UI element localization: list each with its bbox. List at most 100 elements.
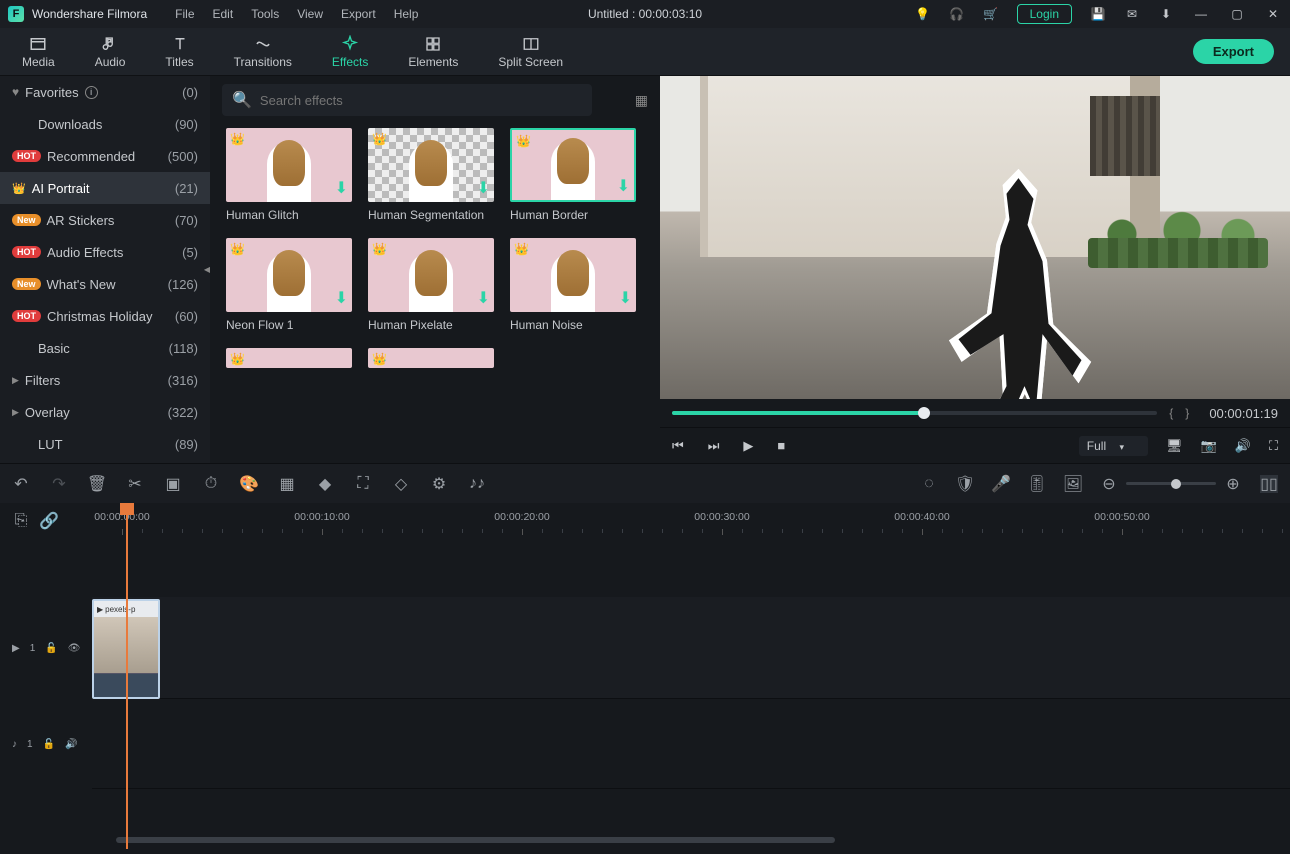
download-icon[interactable]: ⬇	[335, 178, 348, 198]
mic-icon[interactable]: 🎤	[992, 475, 1010, 493]
keyframe-button[interactable]: ◆	[316, 475, 334, 493]
shield-icon[interactable]: 🛡	[956, 475, 974, 493]
fullscreen-icon[interactable]: ⛶	[1269, 438, 1278, 454]
audio-button[interactable]: ♪♪	[468, 475, 486, 493]
visibility-icon[interactable]: 👁	[68, 643, 81, 654]
speed-button[interactable]: ⏱	[202, 475, 220, 493]
video-track-row[interactable]: ▶pexels-p	[92, 597, 1290, 699]
tab-audio[interactable]: Audio	[89, 31, 132, 73]
sidebar-item-ar-stickers[interactable]: NewAR Stickers(70)	[0, 204, 210, 236]
sidebar-collapse-handle[interactable]: ◀	[204, 250, 210, 290]
close-button[interactable]: ✕	[1264, 7, 1282, 21]
lightbulb-icon[interactable]: 💡	[915, 6, 931, 22]
seek-track[interactable]	[672, 411, 1157, 415]
volume-icon[interactable]: 🔊	[1235, 438, 1251, 454]
sidebar-item-recommended[interactable]: HOTRecommended(500)	[0, 140, 210, 172]
effect-card-human-pixelate[interactable]: 👑 ⬇ Human Pixelate	[368, 238, 494, 332]
green-screen-button[interactable]: ▦	[278, 475, 296, 493]
link-icon[interactable]: 🔗	[40, 512, 58, 530]
tab-elements[interactable]: Elements	[402, 31, 464, 73]
undo-button[interactable]: ↶	[12, 475, 30, 493]
marker-button[interactable]: ◇	[392, 475, 410, 493]
stop-button[interactable]: ■	[777, 438, 785, 453]
sidebar-item-favorites[interactable]: ♥Favoritesi(0)	[0, 76, 210, 108]
track-manage-icon[interactable]: ▯▯	[1260, 475, 1278, 493]
menu-file[interactable]: File	[175, 7, 194, 21]
prev-frame-button[interactable]: ⏮	[672, 438, 684, 454]
timeline-scrollbar[interactable]	[92, 837, 1290, 845]
sidebar-item-overlay[interactable]: ▶Overlay(322)	[0, 396, 210, 428]
cart-icon[interactable]: 🛒	[983, 6, 999, 22]
effect-card-partial[interactable]: 👑	[226, 348, 352, 368]
audio-track-row[interactable]	[92, 699, 1290, 789]
sidebar-item-audio-effects[interactable]: HOTAudio Effects(5)	[0, 236, 210, 268]
play-button[interactable]: ▶	[743, 438, 753, 454]
download-icon[interactable]: ⬇	[477, 178, 490, 198]
display-icon[interactable]: 🖥	[1166, 438, 1183, 454]
mark-in-icon[interactable]: {	[1169, 406, 1173, 420]
mute-icon[interactable]: 🔊	[65, 739, 77, 750]
download-icon[interactable]: ⬇	[1158, 6, 1174, 22]
effect-card-neon-flow-1[interactable]: 👑 ⬇ Neon Flow 1	[226, 238, 352, 332]
sidebar-item-christmas-holiday[interactable]: HOTChristmas Holiday(60)	[0, 300, 210, 332]
tab-transitions[interactable]: Transitions	[228, 31, 298, 73]
playhead-marker[interactable]	[120, 503, 134, 515]
image-icon[interactable]: 🖼	[1064, 475, 1082, 493]
save-icon[interactable]: 💾	[1090, 6, 1106, 22]
effect-card-partial[interactable]: 👑	[368, 348, 494, 368]
mail-icon[interactable]: ✉	[1124, 6, 1140, 22]
sidebar-item-basic[interactable]: Basic(118)	[0, 332, 210, 364]
timeline-body[interactable]: 00:00:00:0000:00:10:0000:00:20:0000:00:3…	[92, 503, 1290, 849]
menu-view[interactable]: View	[297, 7, 323, 21]
redo-button[interactable]: ↷	[50, 475, 68, 493]
lock-icon[interactable]: 🔓	[43, 739, 55, 750]
sidebar-item-ai-portrait[interactable]: 👑AI Portrait(21)	[0, 172, 210, 204]
lock-icon[interactable]: 🔓	[45, 643, 57, 654]
tab-titles[interactable]: Titles	[159, 31, 199, 73]
sidebar-item-what-s-new[interactable]: NewWhat's New(126)	[0, 268, 210, 300]
sidebar-item-filters[interactable]: ▶Filters(316)	[0, 364, 210, 396]
menu-tools[interactable]: Tools	[251, 7, 279, 21]
next-frame-button[interactable]: ⏭	[708, 438, 720, 454]
menu-edit[interactable]: Edit	[213, 7, 234, 21]
sidebar-item-lut[interactable]: LUT(89)	[0, 428, 210, 460]
download-icon[interactable]: ⬇	[477, 288, 490, 308]
menu-help[interactable]: Help	[394, 7, 419, 21]
tab-effects[interactable]: Effects	[326, 31, 374, 73]
snapshot-icon[interactable]: 📷	[1201, 438, 1217, 454]
fit-button[interactable]: ⛶	[354, 475, 372, 493]
maximize-button[interactable]: ▢	[1228, 7, 1246, 21]
adjust-button[interactable]: ⚙	[430, 475, 448, 493]
effect-card-human-noise[interactable]: 👑 ⬇ Human Noise	[510, 238, 636, 332]
sidebar-item-downloads[interactable]: Downloads(90)	[0, 108, 210, 140]
zoom-slider[interactable]	[1126, 482, 1216, 485]
tab-media[interactable]: Media	[16, 31, 61, 73]
tab-split-screen[interactable]: Split Screen	[492, 31, 569, 73]
preview-video[interactable]	[660, 76, 1290, 399]
menu-export[interactable]: Export	[341, 7, 376, 21]
search-input[interactable]	[260, 93, 582, 108]
track-add-icon[interactable]: ⎘	[12, 512, 30, 530]
info-icon[interactable]: i	[85, 86, 98, 99]
zoom-in-button[interactable]: ⊕	[1224, 475, 1242, 493]
download-icon[interactable]: ⬇	[617, 176, 630, 196]
search-effects[interactable]: 🔍	[222, 84, 592, 116]
login-button[interactable]: Login	[1017, 4, 1072, 24]
mark-out-icon[interactable]: }	[1185, 406, 1189, 420]
zoom-out-button[interactable]: ⊖	[1100, 475, 1118, 493]
effect-card-human-border[interactable]: 👑 ⬇ Human Border	[510, 128, 636, 222]
effect-card-human-segmentation[interactable]: 👑 ⬇ Human Segmentation	[368, 128, 494, 222]
timeline-ruler[interactable]: 00:00:00:0000:00:10:0000:00:20:0000:00:3…	[92, 503, 1290, 539]
effect-card-human-glitch[interactable]: 👑 ⬇ Human Glitch	[226, 128, 352, 222]
export-button[interactable]: Export	[1193, 39, 1274, 64]
color-button[interactable]: 🎨	[240, 475, 258, 493]
download-icon[interactable]: ⬇	[619, 288, 632, 308]
playhead-line[interactable]	[126, 515, 128, 849]
grid-view-icon[interactable]: ▦	[635, 92, 648, 109]
headphones-icon[interactable]: 🎧	[949, 6, 965, 22]
crop-button[interactable]: ▣	[164, 475, 182, 493]
download-icon[interactable]: ⬇	[335, 288, 348, 308]
delete-button[interactable]: 🗑	[88, 475, 106, 493]
split-button[interactable]: ✂	[126, 475, 144, 493]
quality-select[interactable]: Full ▾	[1079, 436, 1148, 456]
